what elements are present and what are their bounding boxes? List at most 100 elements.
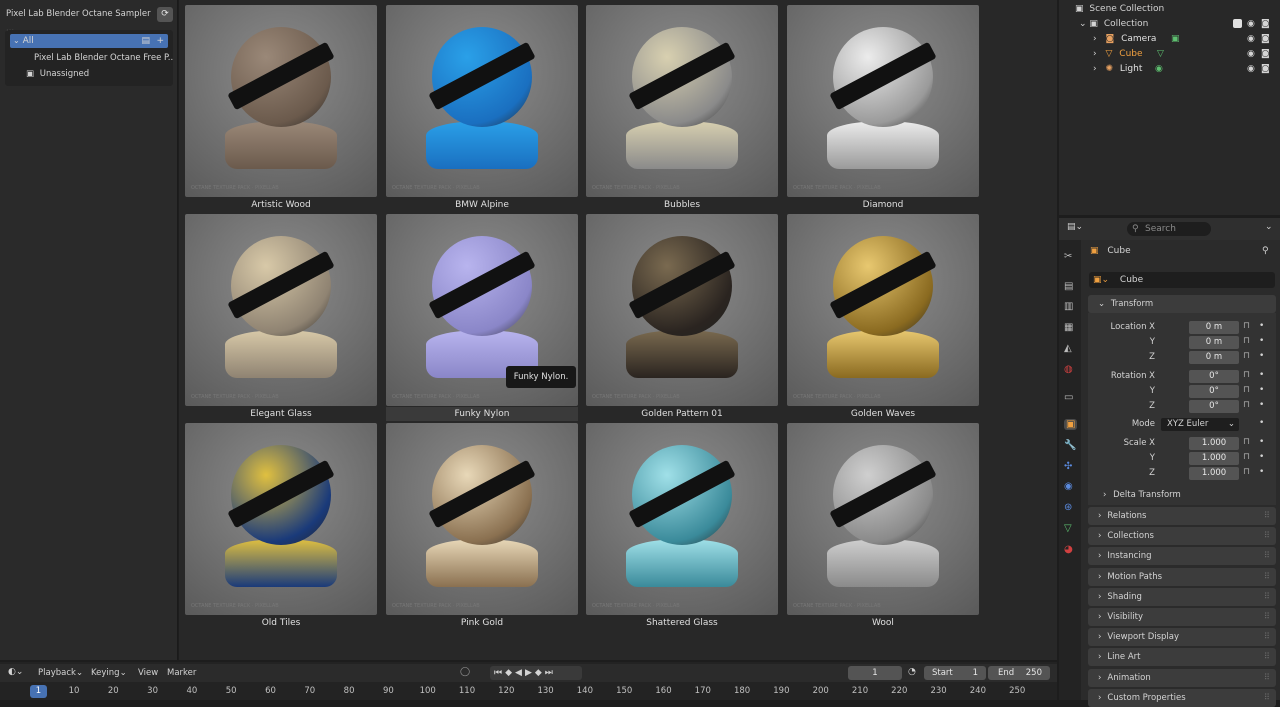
modifier-icon[interactable]: 🔧 xyxy=(1064,440,1076,451)
eye-icon[interactable]: ◉ xyxy=(1247,47,1255,62)
add-icon[interactable]: + xyxy=(156,34,164,48)
panel-motion-paths[interactable]: › Motion Paths ⠿ xyxy=(1088,567,1276,586)
play-reverse-icon[interactable]: ◀ xyxy=(515,668,525,678)
delta-transform-row[interactable]: › Delta Transform xyxy=(1103,490,1181,500)
camera-render-icon[interactable]: ◙ xyxy=(1261,47,1270,62)
keyframe-dot-icon[interactable]: • xyxy=(1259,370,1264,380)
menu-marker[interactable]: Marker xyxy=(167,668,196,678)
lock-icon[interactable]: ⊓ xyxy=(1243,400,1250,410)
drag-handle-icon[interactable]: ⠿ xyxy=(1264,628,1270,646)
keyframe-dot-icon[interactable]: • xyxy=(1259,336,1264,346)
catalog-item-pack[interactable]: Pixel Lab Blender Octane Free P... xyxy=(34,51,174,65)
panel-custom-properties[interactable]: › Custom Properties ⠿ xyxy=(1088,688,1276,707)
location-x-field[interactable]: 0 m xyxy=(1189,321,1239,334)
eye-icon[interactable]: ◉ xyxy=(1247,62,1255,77)
clock-icon[interactable]: ◐⌄ xyxy=(8,667,23,677)
checkbox-icon[interactable] xyxy=(1233,19,1242,28)
asset-tile[interactable]: OCTANE TEXTURE PACK · PIXELLAB xyxy=(185,423,377,615)
chevron-down-icon[interactable]: ⌄ xyxy=(1265,222,1273,232)
new-catalog-icon[interactable]: ▤ xyxy=(141,34,150,48)
eye-icon[interactable]: ◉ xyxy=(1247,32,1255,47)
mesh-data-icon[interactable]: ▽ xyxy=(1157,47,1164,62)
keyframe-dot-icon[interactable]: • xyxy=(1259,467,1264,477)
panel-viewport-display[interactable]: › Viewport Display ⠿ xyxy=(1088,628,1276,647)
lock-icon[interactable]: ⊓ xyxy=(1243,467,1250,477)
rotation-z-field[interactable]: 0° xyxy=(1189,400,1239,413)
jump-end-icon[interactable]: ⏭ xyxy=(545,668,556,678)
auto-key-icon[interactable]: ◯ xyxy=(460,667,470,677)
world-icon[interactable]: ◍ xyxy=(1064,364,1073,375)
asset-name[interactable]: Funky Nylon xyxy=(386,407,578,421)
object-icon[interactable]: ▣ xyxy=(1064,419,1078,430)
location-y-field[interactable]: 0 m xyxy=(1189,336,1239,349)
playback-controls[interactable]: ⏮◆◀▶◆⏭ xyxy=(490,666,582,680)
keyframe-dot-icon[interactable]: • xyxy=(1259,321,1264,331)
menu-view[interactable]: View xyxy=(138,668,158,678)
next-key-icon[interactable]: ◆ xyxy=(535,668,545,678)
physics-icon[interactable]: ◉ xyxy=(1064,481,1073,492)
drag-handle-icon[interactable]: ⠿ xyxy=(1264,527,1270,545)
location-z-field[interactable]: 0 m xyxy=(1189,351,1239,364)
drag-handle-icon[interactable]: ⠿ xyxy=(1264,608,1270,626)
constraints-icon[interactable]: ⊛ xyxy=(1064,502,1072,513)
scene-icon[interactable]: ◭ xyxy=(1064,343,1072,354)
asset-tile[interactable]: OCTANE TEXTURE PACK · PIXELLAB xyxy=(185,5,377,197)
current-frame-marker[interactable]: 1 xyxy=(30,685,47,698)
output-icon[interactable]: ▥ xyxy=(1064,301,1073,312)
outliner-item-light[interactable]: › ✺ Light ◉ ◉ ◙ xyxy=(1059,62,1280,77)
panel-instancing[interactable]: › Instancing ⠿ xyxy=(1088,547,1276,566)
asset-name[interactable]: Shattered Glass xyxy=(586,618,778,628)
asset-name[interactable]: Elegant Glass xyxy=(185,409,377,419)
play-icon[interactable]: ▶ xyxy=(525,668,535,678)
catalog-item-unassigned[interactable]: ▣ Unassigned xyxy=(26,67,166,81)
asset-name[interactable]: BMW Alpine xyxy=(386,200,578,210)
asset-tile[interactable]: OCTANE TEXTURE PACK · PIXELLAB xyxy=(586,5,778,197)
panel-collections[interactable]: › Collections ⠿ xyxy=(1088,527,1276,546)
asset-name[interactable]: Golden Waves xyxy=(787,409,979,419)
asset-name[interactable]: Artistic Wood xyxy=(185,200,377,210)
keyframe-dot-icon[interactable]: • xyxy=(1259,437,1264,447)
datablock-field[interactable]: ▣⌄ Cube xyxy=(1089,272,1275,288)
keyframe-dot-icon[interactable]: • xyxy=(1259,385,1264,395)
lock-icon[interactable]: ⊓ xyxy=(1243,437,1250,447)
lock-icon[interactable]: ⊓ xyxy=(1243,452,1250,462)
camera-data-icon[interactable]: ▣ xyxy=(1171,32,1180,47)
current-frame-field[interactable]: 1 xyxy=(848,666,902,680)
particles-icon[interactable]: ✣ xyxy=(1064,461,1072,472)
lock-icon[interactable]: ⊓ xyxy=(1243,351,1250,361)
panel-line-art[interactable]: › Line Art ⠿ xyxy=(1088,648,1276,667)
drag-handle-icon[interactable]: ⠿ xyxy=(1264,588,1270,606)
scale-z-field[interactable]: 1.000 xyxy=(1189,467,1239,480)
camera-render-icon[interactable]: ◙ xyxy=(1261,62,1270,77)
scale-y-field[interactable]: 1.000 xyxy=(1189,452,1239,465)
rotation-x-field[interactable]: 0° xyxy=(1189,370,1239,383)
pin-icon[interactable]: ⚲ xyxy=(1262,246,1269,256)
view-layer-icon[interactable]: ▦ xyxy=(1064,322,1073,333)
lock-icon[interactable]: ⊓ xyxy=(1243,385,1250,395)
asset-tile[interactable]: OCTANE TEXTURE PACK · PIXELLAB xyxy=(787,5,979,197)
panel-visibility[interactable]: › Visibility ⠿ xyxy=(1088,608,1276,626)
asset-tile[interactable]: OCTANE TEXTURE PACK · PIXELLAB xyxy=(386,5,578,197)
chevron-right-icon[interactable]: › xyxy=(1093,64,1097,74)
scene-collection-row[interactable]: ▣ Scene Collection xyxy=(1059,2,1280,17)
keyframe-dot-icon[interactable]: • xyxy=(1259,400,1264,410)
asset-name[interactable]: Golden Pattern 01 xyxy=(586,409,778,419)
lock-icon[interactable]: ⊓ xyxy=(1243,321,1250,331)
asset-tile[interactable]: OCTANE TEXTURE PACK · PIXELLAB xyxy=(586,423,778,615)
asset-tile[interactable]: OCTANE TEXTURE PACK · PIXELLAB xyxy=(787,423,979,615)
collection-row[interactable]: ⌄ ▣ Collection ◉ ◙ xyxy=(1059,17,1280,32)
start-frame-field[interactable]: Start 1 xyxy=(924,666,986,680)
eye-icon[interactable]: ◉ xyxy=(1247,17,1255,32)
chevron-right-icon[interactable]: › xyxy=(1093,34,1097,44)
panel-shading[interactable]: › Shading ⠿ xyxy=(1088,587,1276,606)
drag-handle-icon[interactable]: ⠿ xyxy=(1264,568,1270,586)
editor-type-icon[interactable]: ▤⌄ xyxy=(1067,222,1083,232)
drag-handle-icon[interactable]: ⠿ xyxy=(1264,648,1270,666)
drag-handle-icon[interactable]: ⠿ xyxy=(1264,547,1270,565)
transform-panel-header[interactable]: ⌄ Transform xyxy=(1088,295,1276,313)
drag-handle-icon[interactable]: ⠿ xyxy=(1264,669,1270,687)
drag-handle-icon[interactable]: ⠿ xyxy=(1264,507,1270,525)
asset-name[interactable]: Bubbles xyxy=(586,200,778,210)
rotation-y-field[interactable]: 0° xyxy=(1189,385,1239,398)
menu-keying[interactable]: Keying⌄ xyxy=(91,668,127,678)
